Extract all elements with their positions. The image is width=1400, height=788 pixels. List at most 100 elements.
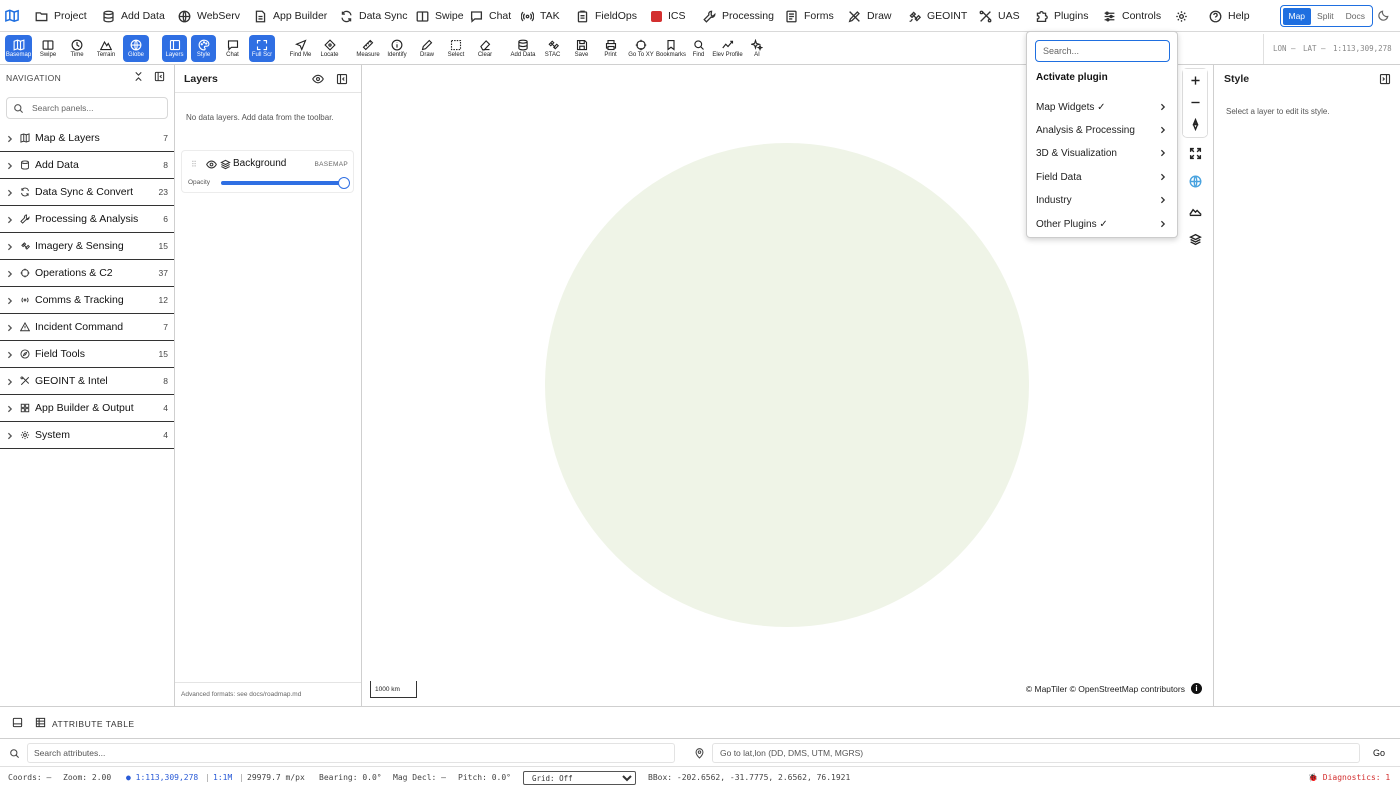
attribution-info-icon[interactable]: i <box>1191 683 1202 694</box>
tool-swipe[interactable]: Swipe <box>36 35 60 62</box>
tool-identify[interactable]: Identify <box>384 35 410 62</box>
panel-collapse-icon[interactable] <box>1379 73 1391 88</box>
menu-project[interactable]: Project <box>35 0 87 32</box>
nav-item-geoint[interactable]: GEOINT & Intel 8 <box>0 368 174 395</box>
menu-fieldops[interactable]: FieldOps <box>576 0 637 32</box>
tool-save[interactable]: Save <box>570 35 593 62</box>
menu-settings[interactable] <box>1175 0 1188 32</box>
tool-basemap[interactable]: Basemap <box>5 35 32 62</box>
plugin-category-industry[interactable]: Industry <box>1027 190 1177 210</box>
menu-controls[interactable]: Controls <box>1103 0 1161 32</box>
eye-icon[interactable] <box>206 159 217 173</box>
tool-find-me[interactable]: Find Me <box>288 35 313 62</box>
menu-webserv[interactable]: WebServ <box>178 0 240 32</box>
tool-print[interactable]: Print <box>599 35 622 62</box>
tool-fullscreen[interactable]: Full Scr <box>249 35 275 62</box>
panel-toggle-icon[interactable] <box>12 717 23 731</box>
tool-elev-profile[interactable]: Elev Profile <box>710 35 745 62</box>
app-logo-icon[interactable] <box>5 9 19 23</box>
menu-app-builder[interactable]: App Builder <box>254 0 327 32</box>
plugin-category-other[interactable]: Other Plugins ✓ <box>1027 214 1177 234</box>
eye-icon[interactable] <box>312 73 324 85</box>
grid-select[interactable]: Grid: Off <box>523 771 636 785</box>
layer-switcher-button[interactable] <box>1183 228 1207 250</box>
dark-mode-moon-icon[interactable] <box>1378 9 1390 21</box>
plugin-category-analysis[interactable]: Analysis & Processing <box>1027 120 1177 140</box>
go-button[interactable]: Go <box>1366 745 1392 761</box>
tool-clear[interactable]: Clear <box>473 35 497 62</box>
drag-handle-icon[interactable]: ⠿ <box>191 160 197 169</box>
zoom-out-button[interactable] <box>1183 91 1207 113</box>
opacity-slider-thumb[interactable] <box>338 177 350 189</box>
tool-terrain[interactable]: Terrain <box>94 35 118 62</box>
menu-tak[interactable]: TAK <box>521 0 560 32</box>
nav-item-comms[interactable]: Comms & Tracking 12 <box>0 287 174 314</box>
nav-item-processing[interactable]: Processing & Analysis 6 <box>0 206 174 233</box>
nav-item-system[interactable]: System 4 <box>0 422 174 449</box>
fullscreen-map-button[interactable] <box>1183 142 1207 164</box>
tool-stac[interactable]: STAC <box>541 35 564 62</box>
basemap-layer-card[interactable]: ⠿ Background BASEMAP Opacity <box>181 150 354 193</box>
menu-help[interactable]: Help <box>1209 0 1250 32</box>
menu-geoint[interactable]: GEOINT <box>908 0 967 32</box>
nav-item-data-sync[interactable]: Data Sync & Convert 23 <box>0 179 174 206</box>
attribute-table-bar[interactable]: ATTRIBUTE TABLE <box>0 706 1400 739</box>
menu-ics[interactable]: ICS <box>651 0 686 32</box>
tool-style[interactable]: Style <box>191 35 216 62</box>
status-ratio[interactable]: 1:1M <box>213 773 232 782</box>
menu-processing[interactable]: Processing <box>703 0 774 32</box>
tool-measure[interactable]: Measure <box>354 35 382 62</box>
plugin-category-field-data[interactable]: Field Data <box>1027 167 1177 187</box>
plugin-category-3d[interactable]: 3D & Visualization <box>1027 143 1177 163</box>
globe[interactable] <box>545 143 1029 627</box>
tool-add-data[interactable]: Add Data <box>508 35 538 62</box>
nav-item-map-layers[interactable]: Map & Layers 7 <box>0 125 174 152</box>
nav-item-field-tools[interactable]: Field Tools 15 <box>0 341 174 368</box>
tool-draw[interactable]: Draw <box>415 35 439 62</box>
view-map-button[interactable]: Map <box>1282 7 1312 25</box>
menu-swipe[interactable]: Swipe <box>416 0 464 32</box>
tool-locate[interactable]: Locate <box>318 35 341 62</box>
menu-data-sync[interactable]: Data Sync <box>340 0 407 32</box>
zoom-in-button[interactable] <box>1183 69 1207 91</box>
attribute-search-input[interactable] <box>27 743 675 763</box>
nav-item-imagery[interactable]: Imagery & Sensing 15 <box>0 233 174 260</box>
menu-plugins[interactable]: Plugins <box>1035 0 1088 32</box>
tool-find[interactable]: Find <box>689 35 708 62</box>
tool-select[interactable]: Select <box>443 35 469 62</box>
tool-ai[interactable]: AI <box>748 35 766 62</box>
collapse-all-icon[interactable] <box>133 71 144 82</box>
menu-forms[interactable]: Forms <box>785 0 834 32</box>
menu-uas[interactable]: UAS <box>979 0 1020 32</box>
status-scale[interactable]: ● 1:113,309,278 <box>126 773 198 782</box>
globe-projection-button[interactable] <box>1183 170 1207 192</box>
plugin-category-map-widgets[interactable]: Map Widgets ✓ <box>1027 97 1177 117</box>
goto-coordinates-input[interactable] <box>712 743 1360 763</box>
tool-chat[interactable]: Chat <box>220 35 245 62</box>
swipe-icon <box>42 40 54 50</box>
view-split-button[interactable]: Split <box>1311 8 1340 25</box>
tool-layers[interactable]: Layers <box>162 35 187 62</box>
nav-item-app-builder[interactable]: App Builder & Output 4 <box>0 395 174 422</box>
tool-time[interactable]: Time <box>65 35 89 62</box>
view-docs-button[interactable]: Docs <box>1340 8 1371 25</box>
nav-item-label: Operations & C2 <box>35 267 113 279</box>
nav-item-incident[interactable]: Incident Command 7 <box>0 314 174 341</box>
lon-readout: LON — <box>1273 44 1296 53</box>
nav-item-add-data[interactable]: Add Data 8 <box>0 152 174 179</box>
diagnostics-button[interactable]: 🐞 Diagnostics: 1 <box>1308 773 1390 782</box>
compass-reset-button[interactable] <box>1183 113 1207 135</box>
menu-draw[interactable]: Draw <box>848 0 892 32</box>
opacity-slider[interactable] <box>221 177 350 189</box>
menu-chat[interactable]: Chat <box>470 0 511 32</box>
tool-globe[interactable]: Globe <box>123 35 149 62</box>
sidebar-toggle-icon[interactable] <box>154 71 165 82</box>
panel-collapse-icon[interactable] <box>336 73 348 85</box>
nav-search-input[interactable] <box>32 103 162 113</box>
terrain-button[interactable] <box>1183 199 1207 221</box>
tool-goto-xy[interactable]: Go To XY <box>626 35 656 62</box>
menu-add-data[interactable]: Add Data <box>102 0 165 32</box>
plugin-search-input[interactable] <box>1035 40 1170 62</box>
nav-item-operations[interactable]: Operations & C2 37 <box>0 260 174 287</box>
tool-bookmarks[interactable]: Bookmarks <box>656 35 686 62</box>
